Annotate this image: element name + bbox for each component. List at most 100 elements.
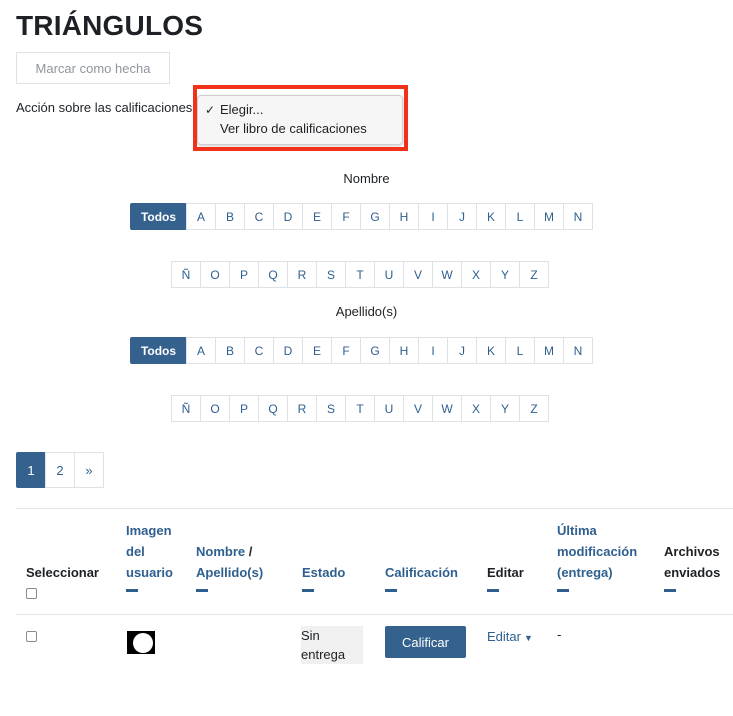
first-name-filter-letter-button[interactable]: O [200,261,230,288]
first-name-filter-letter-button[interactable]: A [186,203,216,230]
table-divider [16,508,733,509]
first-name-filter-letter-button[interactable]: X [461,261,491,288]
last-name-filter-letter-button[interactable]: K [476,337,506,364]
first-name-filter-letter-button[interactable]: Z [519,261,549,288]
first-name-initials-row: Todos A B C D E F G H I J K L M N [130,203,593,230]
column-header-files: Archivos enviados [664,541,732,592]
last-name-filter-letter-button[interactable]: I [418,337,448,364]
first-name-filter-letter-button[interactable]: B [215,203,245,230]
column-header-grade[interactable]: Calificación [385,562,458,592]
page-title: TRIÁNGULOS [16,10,204,41]
last-name-filter-title: Apellido(s) [335,304,398,319]
last-name-filter-letter-button[interactable]: S [316,395,346,422]
column-header-surname-link[interactable]: Apellido(s) [196,565,263,580]
column-header-status[interactable]: Estado [302,562,345,592]
last-name-filter-letter-button[interactable]: M [534,337,564,364]
first-name-filter-letter-button[interactable]: G [360,203,390,230]
first-name-filter-letter-button[interactable]: E [302,203,332,230]
next-page-button[interactable]: » [74,452,104,488]
sort-indicator-icon [557,589,569,592]
first-name-initials-row: ÑOPQRSTUVWXYZ [171,261,549,288]
column-header-label: Estado [302,565,346,580]
select-all-checkbox[interactable] [26,588,37,599]
last-name-filter-letter-button[interactable]: H [389,337,419,364]
first-name-filter-letter-button[interactable]: U [374,261,404,288]
sort-indicator-icon [385,589,397,592]
page: TRIÁNGULOS Marcar como hecha Acción sobr… [0,0,733,716]
column-header-label: Última modificación (entrega) [557,523,638,580]
last-name-filter-letter-button[interactable]: J [447,337,477,364]
last-name-initials-row: Todos A B C D E F G H I J K L M N [130,337,593,364]
first-name-filter-letter-button[interactable]: Q [258,261,288,288]
first-name-filter-letter-button[interactable]: Ñ [171,261,201,288]
last-name-filter-letter-button[interactable]: Z [519,395,549,422]
first-name-filter-letter-button[interactable]: S [316,261,346,288]
mark-as-done-button[interactable]: Marcar como hecha [16,52,170,84]
column-header-label: Seleccionar [26,565,99,580]
edit-menu-link[interactable]: Editar ▼ [487,629,533,644]
edit-link-label: Editar [487,629,521,644]
first-name-filter-letter-button[interactable]: H [389,203,419,230]
first-name-filter-letter-button[interactable]: J [447,203,477,230]
first-name-filter-letter-button[interactable]: Y [490,261,520,288]
first-name-filter-all-button[interactable]: Todos [130,203,187,230]
last-name-filter-letter-button[interactable]: D [273,337,303,364]
last-name-filter-letter-button[interactable]: X [461,395,491,422]
last-name-filter-letter-button[interactable]: Y [490,395,520,422]
last-name-filter-all-button[interactable]: Todos [130,337,187,364]
last-name-filter-letter-button[interactable]: T [345,395,375,422]
last-name-filter-letter-button[interactable]: Q [258,395,288,422]
first-name-filter-letter-button[interactable]: C [244,203,274,230]
sort-indicator-icon [487,589,499,592]
last-name-filter-letter-button[interactable]: V [403,395,433,422]
first-name-filter-letter-button[interactable]: F [331,203,361,230]
last-name-filter-letter-button[interactable]: Ñ [171,395,201,422]
last-name-filter-letter-button[interactable]: N [563,337,593,364]
pagination: 1 2» [16,452,104,488]
column-header-name: Nombre / Apellido(s) [196,541,286,592]
first-name-filter-letter-button[interactable]: P [229,261,259,288]
first-name-filter-letter-button[interactable]: R [287,261,317,288]
grade-action-label: Acción sobre las calificaciones [16,100,193,115]
last-name-filter-letter-button[interactable]: A [186,337,216,364]
column-header-label: Calificación [385,565,458,580]
last-name-filter-letter-button[interactable]: E [302,337,332,364]
sort-indicator-icon [664,589,676,592]
grade-button[interactable]: Calificar [385,626,466,658]
last-name-filter-letter-button[interactable]: G [360,337,390,364]
page-2-button[interactable]: 2 [45,452,75,488]
row-select-checkbox[interactable] [26,631,37,642]
caret-down-icon: ▼ [523,633,533,643]
first-name-filter-letter-button[interactable]: L [505,203,535,230]
last-name-filter-letter-button[interactable]: R [287,395,317,422]
sort-indicator-icon [196,589,208,592]
table-divider [16,614,733,615]
last-name-filter-letter-button[interactable]: L [505,337,535,364]
first-name-filter-letter-button[interactable]: N [563,203,593,230]
last-name-filter-letter-button[interactable]: F [331,337,361,364]
first-name-filter-letter-button[interactable]: I [418,203,448,230]
last-name-filter-letter-button[interactable]: U [374,395,404,422]
sort-indicator-icon [126,589,138,592]
first-name-filter-letter-button[interactable]: V [403,261,433,288]
last-name-filter-letter-button[interactable]: B [215,337,245,364]
last-name-filter-letter-button[interactable]: W [432,395,462,422]
last-name-filter-letter-button[interactable]: C [244,337,274,364]
last-name-filter-letter-button[interactable]: O [200,395,230,422]
first-name-filter-letter-button[interactable]: W [432,261,462,288]
page-1-button[interactable]: 1 [16,452,46,488]
last-name-initials-row: ÑOPQRSTUVWXYZ [171,395,549,422]
column-header-user-image[interactable]: Imagen del usuario [126,520,186,592]
column-header-last-modified[interactable]: Última modificación (entrega) [557,520,649,592]
first-name-filter-title: Nombre [343,171,390,186]
column-header-name-link[interactable]: Nombre [196,544,245,559]
column-header-label: Imagen del usuario [126,523,173,580]
last-name-filter-letter-button[interactable]: P [229,395,259,422]
column-header-edit: Editar [487,562,524,592]
first-name-filter-letter-button[interactable]: M [534,203,564,230]
status-cell: Sin entrega [301,626,363,664]
first-name-filter-letter-button[interactable]: K [476,203,506,230]
first-name-filter-letter-button[interactable]: T [345,261,375,288]
avatar[interactable] [127,631,155,654]
first-name-filter-letter-button[interactable]: D [273,203,303,230]
